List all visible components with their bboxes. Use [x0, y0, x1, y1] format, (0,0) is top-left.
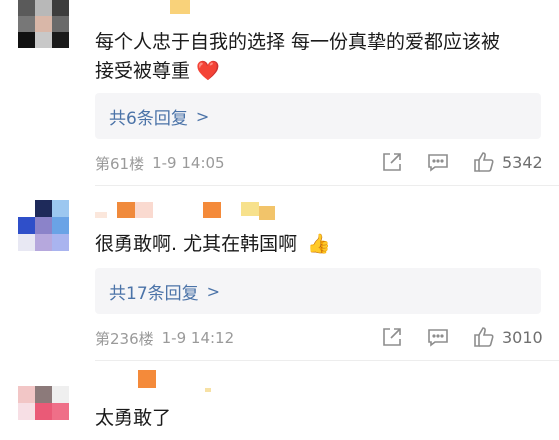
comment-text-line1: 每个人忠于自我的选择 每一份真挚的爱都应该被: [95, 31, 501, 53]
floor-number: 第236楼: [95, 329, 154, 348]
like-count: 5342: [502, 152, 543, 172]
timestamp: 1-9 14:05: [152, 154, 225, 172]
floor-number: 第61楼: [95, 154, 145, 173]
comment-text: 每个人忠于自我的选择 每一份真挚的爱都应该被 接受被尊重 ❤️: [95, 28, 545, 86]
reply-count-label: 共17条回复: [109, 283, 199, 304]
reply-count-label: 共6条回复: [109, 108, 188, 129]
comment-icon[interactable]: [426, 325, 450, 349]
comment-actions: 5342: [380, 150, 543, 174]
share-icon[interactable]: [380, 150, 404, 174]
comment-text-line1: 太勇敢了: [95, 407, 172, 429]
avatar[interactable]: [18, 386, 70, 426]
thumbs-up-emoji: 👍: [307, 233, 331, 255]
like-icon[interactable]: [472, 150, 496, 174]
share-icon[interactable]: [380, 325, 404, 349]
like-icon[interactable]: [472, 325, 496, 349]
comment-actions: 3010: [380, 325, 543, 349]
chevron-right-icon: >: [206, 281, 221, 301]
timestamp: 1-9 14:12: [161, 329, 235, 347]
reply-count-button[interactable]: 共17条回复 >: [95, 268, 541, 314]
comment-text-line2: 接受被尊重: [95, 60, 191, 82]
comment-text-line1: 很勇敢啊. 尤其在韩国啊: [95, 233, 298, 255]
comment-text: 很勇敢啊. 尤其在韩国啊 👍: [95, 230, 545, 259]
reply-count-button[interactable]: 共6条回复 >: [95, 93, 541, 139]
comment-icon[interactable]: [426, 150, 450, 174]
chevron-right-icon: >: [195, 106, 210, 126]
username-censored[interactable]: [95, 200, 285, 222]
avatar[interactable]: [18, 200, 70, 252]
comment-text: 太勇敢了: [95, 404, 545, 433]
username-censored[interactable]: [135, 368, 215, 392]
like-count: 3010: [502, 327, 543, 347]
username-censored[interactable]: [170, 0, 190, 14]
divider: [95, 185, 559, 186]
heart-emoji: ❤️: [196, 60, 220, 82]
avatar[interactable]: [18, 0, 70, 48]
divider: [95, 360, 559, 361]
